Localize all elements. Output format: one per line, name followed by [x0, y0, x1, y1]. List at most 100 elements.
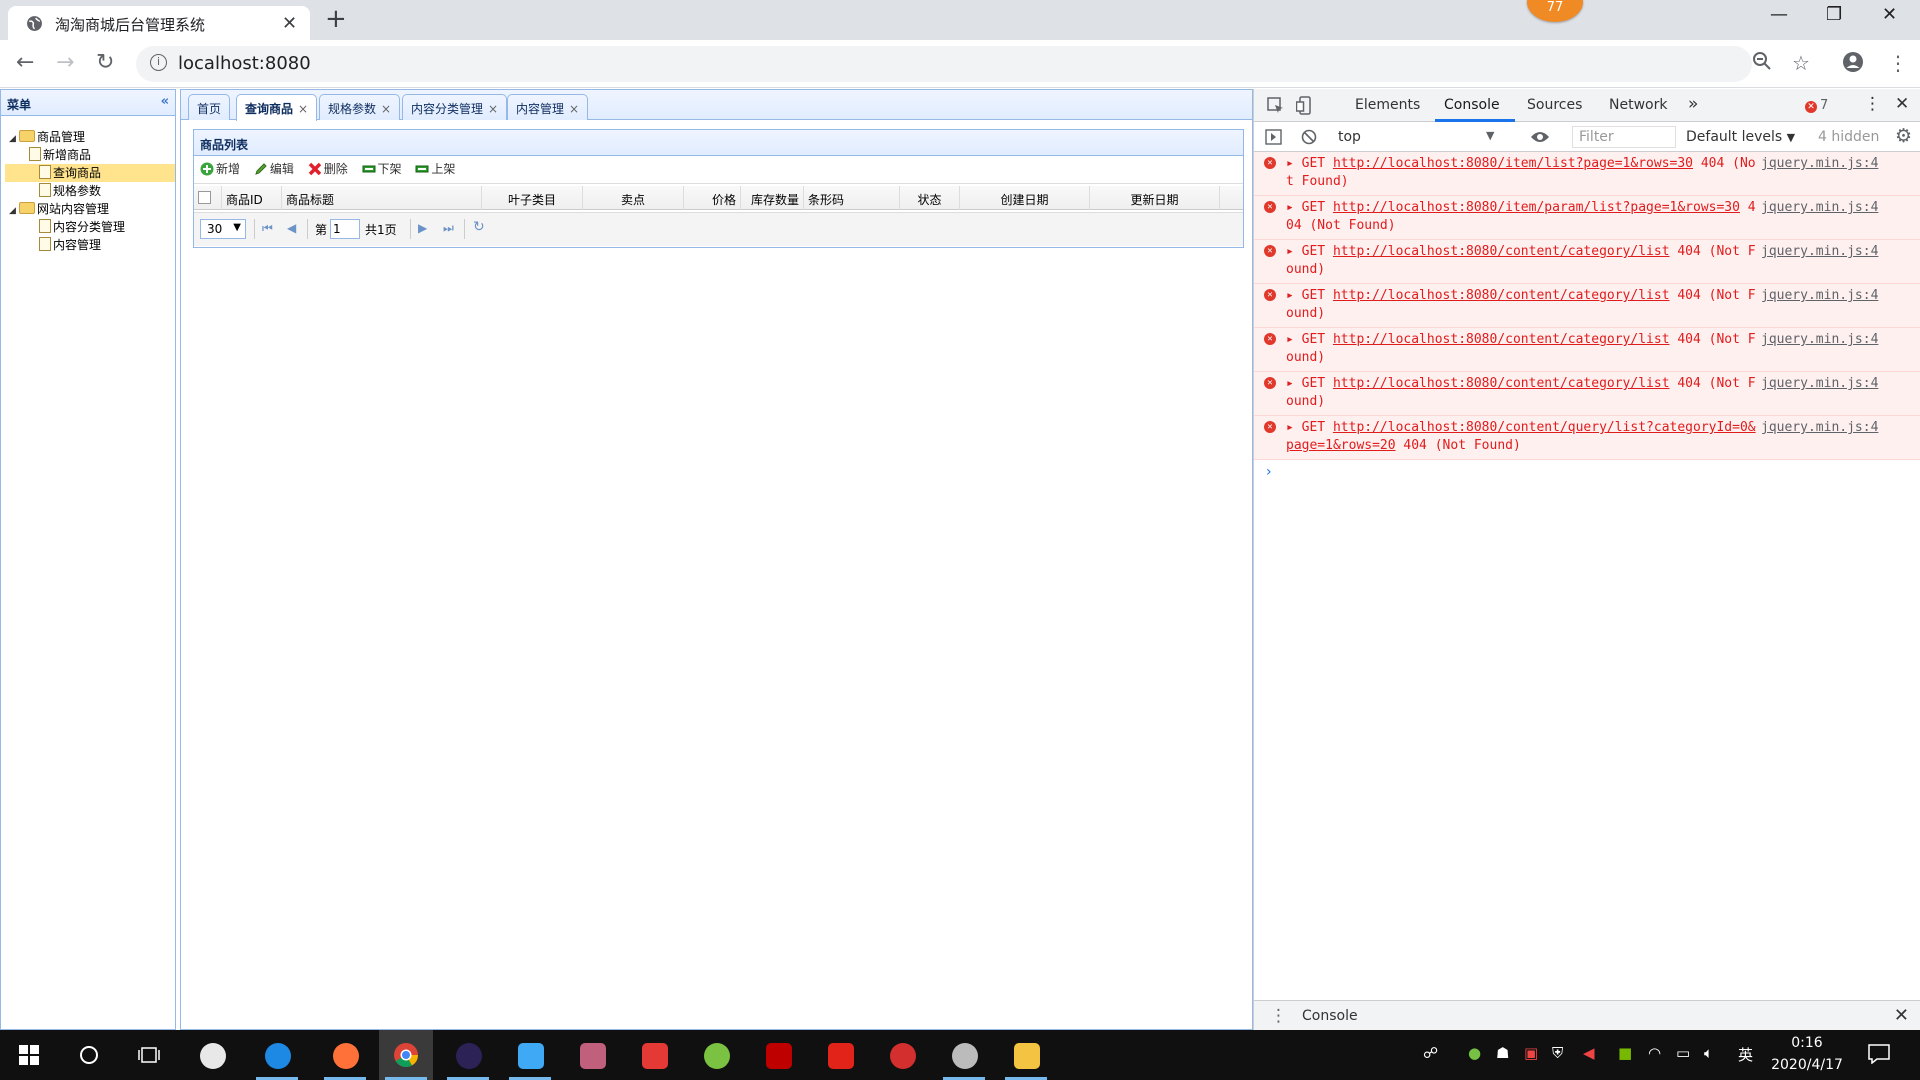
error-counter[interactable]: ✕ 7: [1805, 98, 1828, 113]
task-view[interactable]: [122, 1030, 176, 1080]
youdao-dict[interactable]: [813, 1030, 867, 1080]
snail-app[interactable]: [875, 1030, 929, 1080]
extension-badge[interactable]: 77: [1527, 0, 1583, 22]
select-all-checkbox[interactable]: [198, 191, 211, 204]
source-link[interactable]: jquery.min.js:4: [1761, 287, 1878, 305]
firefox[interactable]: [318, 1030, 372, 1080]
last-page-icon[interactable]: ⏭: [443, 221, 454, 236]
eclipse[interactable]: [441, 1030, 495, 1080]
inspect-element-icon[interactable]: [1267, 97, 1284, 114]
close-tab-icon[interactable]: ×: [381, 102, 391, 116]
close-tab-icon[interactable]: ✕: [282, 13, 297, 34]
tree-folder-site-content[interactable]: ◢ 网站内容管理: [9, 200, 109, 218]
collapse-icon[interactable]: «: [161, 94, 169, 109]
tab-query-goods[interactable]: 查询商品 ×: [236, 94, 318, 121]
reload-icon[interactable]: ↻: [96, 50, 114, 75]
console-settings-gear-icon[interactable]: ⚙: [1895, 125, 1912, 147]
site-info-icon[interactable]: i: [150, 54, 167, 71]
back-icon[interactable]: ←: [16, 50, 34, 75]
browser-tab[interactable]: 淘淘商城后台管理系统 ✕: [8, 6, 310, 40]
tree-item-add-goods[interactable]: 新增商品: [29, 146, 177, 164]
request-url-link[interactable]: http://localhost:8080/content/category/l…: [1333, 288, 1670, 303]
column-header[interactable]: 商品ID: [222, 186, 282, 210]
tab-sources[interactable]: Sources: [1527, 97, 1582, 113]
tree-item-query-goods[interactable]: 查询商品: [5, 164, 175, 182]
source-link[interactable]: jquery.min.js:4: [1761, 331, 1878, 349]
eye-icon[interactable]: [1530, 130, 1550, 144]
source-link[interactable]: jquery.min.js:4: [1761, 243, 1878, 261]
drawer-menu-icon[interactable]: ⋮: [1270, 1006, 1287, 1026]
source-link[interactable]: jquery.min.js:4: [1761, 419, 1878, 437]
context-selector[interactable]: top ▼: [1338, 129, 1498, 145]
column-header[interactable]: 创建日期: [960, 186, 1090, 210]
column-header[interactable]: 条形码: [804, 186, 900, 210]
clock-date[interactable]: 2020/4/17: [1762, 1057, 1852, 1073]
settings-gear[interactable]: [937, 1030, 991, 1080]
speaker-icon[interactable]: 🔈︎: [1704, 1044, 1713, 1062]
console-error-row[interactable]: ✕ ▸ GET http://localhost:8080/content/ca…: [1254, 328, 1920, 372]
first-page-icon[interactable]: ⏮: [262, 221, 273, 236]
more-tabs-icon[interactable]: »: [1688, 94, 1698, 114]
database-app[interactable]: [565, 1030, 619, 1080]
page-number-input[interactable]: 1: [330, 219, 360, 239]
tray-shield-icon[interactable]: ⛨: [1552, 1044, 1563, 1062]
sidebar-toggle-icon[interactable]: [1265, 129, 1282, 145]
column-header[interactable]: 叶子类目: [482, 186, 583, 210]
start-button[interactable]: [0, 1030, 54, 1080]
clock-time[interactable]: 0:16: [1762, 1035, 1852, 1051]
minimize-button[interactable]: —: [1770, 4, 1788, 25]
column-header[interactable]: 商品标题: [282, 186, 482, 210]
log-levels-dropdown[interactable]: Default levels ▼: [1686, 129, 1795, 145]
pinwheel-app[interactable]: [185, 1030, 239, 1080]
drawer-tab-console[interactable]: Console: [1302, 1008, 1358, 1024]
tray-network-app-icon[interactable]: ☗: [1496, 1044, 1509, 1062]
console-error-row[interactable]: ✕ ▸ GET http://localhost:8080/content/ca…: [1254, 372, 1920, 416]
console-error-row[interactable]: ✕ ▸ GET http://localhost:8080/item/param…: [1254, 196, 1920, 240]
tree-folder-goods[interactable]: ◢ 商品管理: [9, 128, 85, 146]
hbuilder[interactable]: [627, 1030, 681, 1080]
tab-content-category[interactable]: 内容分类管理 ×: [402, 94, 508, 120]
close-tab-icon[interactable]: ×: [569, 102, 579, 116]
cube-app[interactable]: [503, 1030, 557, 1080]
expand-icon[interactable]: ◢: [9, 134, 19, 144]
file-explorer[interactable]: [999, 1030, 1053, 1080]
close-devtools-icon[interactable]: ✕: [1895, 94, 1909, 114]
request-url-link[interactable]: http://localhost:8080/item/list?page=1&r…: [1333, 156, 1693, 171]
console-error-row[interactable]: ✕ ▸ GET http://localhost:8080/content/ca…: [1254, 240, 1920, 284]
request-url-link[interactable]: http://localhost:8080/content/category/l…: [1333, 376, 1670, 391]
column-header[interactable]: 更新日期: [1090, 186, 1220, 210]
add-button[interactable]: 新增: [200, 160, 240, 177]
column-header[interactable]: 库存数量: [741, 186, 804, 210]
tab-content-manage[interactable]: 内容管理 ×: [507, 94, 589, 120]
tray-security-icon[interactable]: ▣: [1524, 1044, 1538, 1062]
column-header[interactable]: 价格: [684, 186, 741, 210]
column-header[interactable]: 状态: [900, 186, 960, 210]
tree-item-content-category[interactable]: 内容分类管理: [39, 218, 125, 236]
filezilla[interactable]: [751, 1030, 805, 1080]
address-bar[interactable]: i localhost:8080: [136, 46, 1752, 82]
green-app[interactable]: [689, 1030, 743, 1080]
clear-console-icon[interactable]: [1301, 129, 1317, 145]
console-error-row[interactable]: ✕ ▸ GET http://localhost:8080/content/ca…: [1254, 284, 1920, 328]
request-url-link[interactable]: http://localhost:8080/content/category/l…: [1333, 332, 1670, 347]
console-error-row[interactable]: ✕ ▸ GET http://localhost:8080/item/list?…: [1254, 152, 1920, 196]
battery-icon[interactable]: ▭: [1676, 1044, 1690, 1062]
address-url[interactable]: localhost:8080: [178, 53, 311, 74]
volume-muted-icon[interactable]: ◀: [1583, 1044, 1595, 1062]
tree-item-content-manage[interactable]: 内容管理: [39, 236, 101, 254]
close-window-button[interactable]: ✕: [1882, 4, 1897, 25]
delete-button[interactable]: 删除: [308, 160, 348, 177]
nvidia-icon[interactable]: ■: [1618, 1044, 1632, 1062]
refresh-icon[interactable]: ↻: [473, 219, 485, 235]
console-filter-input[interactable]: Filter: [1572, 126, 1676, 148]
new-tab-button[interactable]: +: [325, 4, 347, 34]
tab-home[interactable]: 首页: [188, 94, 231, 120]
notification-center-icon[interactable]: [1868, 1044, 1890, 1064]
close-tab-icon[interactable]: ×: [488, 102, 498, 116]
people-icon[interactable]: ☍: [1423, 1044, 1438, 1062]
tab-elements[interactable]: Elements: [1355, 97, 1420, 113]
console-error-row[interactable]: ✕ ▸ GET http://localhost:8080/content/qu…: [1254, 416, 1920, 460]
prev-page-icon[interactable]: ◀: [287, 221, 296, 235]
console-prompt[interactable]: ›: [1254, 460, 1920, 480]
request-url-link[interactable]: http://localhost:8080/item/param/list?pa…: [1333, 200, 1740, 215]
